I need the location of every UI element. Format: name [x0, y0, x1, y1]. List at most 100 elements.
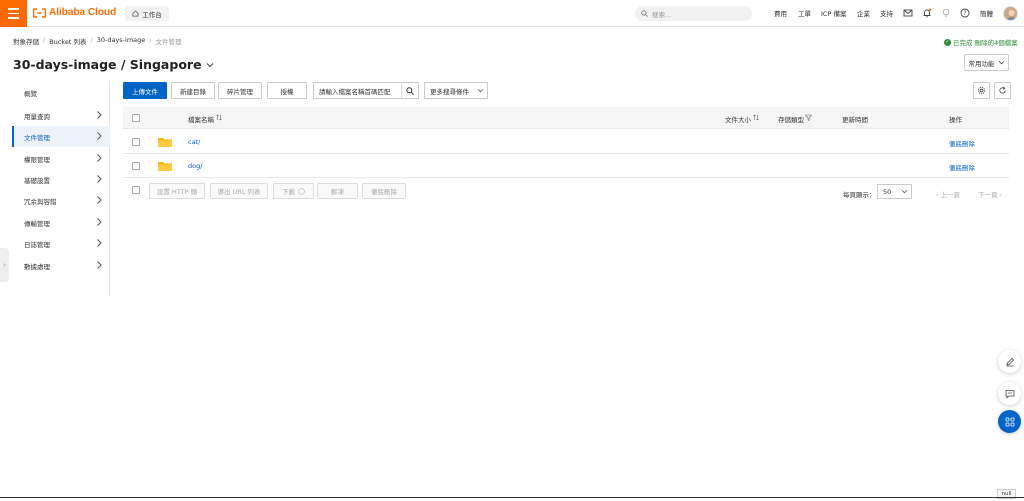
delete-permanently-button[interactable]: 徹底刪除: [362, 183, 406, 199]
prev-page-label: 上一頁: [940, 191, 961, 199]
mail-icon[interactable]: [903, 8, 913, 18]
column-header-size[interactable]: 文件大小: [725, 114, 751, 124]
authorize-button[interactable]: 授權: [267, 82, 307, 99]
bell-icon[interactable]: [922, 8, 932, 18]
breadcrumb-oss[interactable]: 對象存儲: [13, 36, 39, 46]
pencil-icon: [1005, 357, 1014, 366]
row-checkbox[interactable]: [132, 162, 140, 170]
help-icon[interactable]: ?: [960, 8, 970, 18]
sort-icon[interactable]: [753, 114, 759, 121]
gear-icon: [977, 86, 986, 95]
sidebar-item-redundancy[interactable]: 冗余與容錯: [12, 190, 110, 211]
sidebar-item-logs[interactable]: 日誌管理: [12, 233, 110, 254]
message-icon: [1005, 389, 1014, 399]
sidebar-item-label: 傳輸管理: [24, 219, 50, 228]
more-conditions-label: 更多搜尋條件: [430, 87, 469, 96]
sidebar-item-data-processing[interactable]: 數據處理: [12, 255, 110, 276]
restore-button[interactable]: 解凍: [317, 183, 358, 199]
grid-icon: [1005, 417, 1014, 426]
sidebar-item-label: 用量查詢: [24, 112, 50, 121]
table-row: cat/ 徹底刪除: [123, 130, 1009, 154]
sidebar-item-basic-settings[interactable]: 基礎設置: [12, 169, 110, 190]
breadcrumb-bucket[interactable]: 30-days-image: [97, 36, 146, 46]
sidebar-collapse-handle[interactable]: ›: [0, 248, 9, 282]
edit-float-button[interactable]: [998, 350, 1021, 373]
column-header-storage-type: 存儲類型: [778, 116, 804, 124]
breadcrumb-separator: /: [90, 36, 93, 44]
alibaba-cloud-logo[interactable]: Alibaba Cloud: [33, 7, 116, 18]
upload-file-button[interactable]: 上傳文件: [123, 82, 167, 99]
sidebar-item-permissions[interactable]: 權限管理: [12, 148, 110, 169]
sidebar-item-label: 數據處理: [24, 262, 50, 271]
lightbulb-icon[interactable]: [941, 8, 951, 18]
search-icon: [406, 86, 414, 95]
sidebar-item-usage[interactable]: 用量查詢: [12, 105, 110, 126]
task-status[interactable]: ✓ 已完成 刪除的4個檔案: [944, 37, 1018, 47]
next-page-button[interactable]: 下一頁 ›: [978, 189, 1002, 199]
filter-icon[interactable]: [805, 114, 812, 121]
per-page-value: 50: [883, 187, 892, 196]
apps-float-button[interactable]: [998, 410, 1021, 433]
common-functions-button[interactable]: 常用功能: [964, 54, 1009, 71]
chevron-right-icon: [97, 111, 102, 119]
chevron-down-icon: [901, 189, 908, 194]
check-circle-icon: ✓: [944, 38, 951, 46]
sort-icon[interactable]: [216, 114, 222, 121]
nav-icp[interactable]: ICP 備案: [821, 8, 846, 18]
chevron-right-icon: [97, 218, 102, 226]
column-header-name[interactable]: 檔案名稱: [188, 114, 214, 124]
workbench-button[interactable]: 工作台: [125, 6, 169, 21]
refresh-icon: [999, 86, 1006, 94]
select-all-checkbox[interactable]: [132, 114, 140, 122]
sidebar-item-files[interactable]: 文件管理: [12, 126, 110, 147]
delete-permanently-link[interactable]: 徹底刪除: [949, 162, 975, 172]
sidebar-item-label: 基礎設置: [24, 176, 50, 185]
nav-support[interactable]: 支持: [880, 8, 893, 18]
new-directory-button[interactable]: 新建目錄: [171, 82, 215, 99]
file-name-link[interactable]: cat/: [188, 138, 200, 146]
menu-icon[interactable]: [0, 0, 27, 27]
avatar[interactable]: [1003, 6, 1018, 21]
nav-enterprise[interactable]: 企業: [857, 8, 870, 18]
more-conditions-select[interactable]: 更多搜尋條件: [424, 82, 488, 99]
breadcrumb-separator: /: [43, 36, 46, 44]
chevron-right-icon: [97, 196, 102, 204]
feedback-float-button[interactable]: [998, 382, 1021, 405]
sidebar-item-overview[interactable]: 概覽: [12, 82, 110, 103]
per-page-select[interactable]: 50: [877, 184, 912, 199]
fragments-button[interactable]: 碎片管理: [218, 82, 262, 99]
prev-page-button[interactable]: ‹ 上一頁: [936, 189, 960, 199]
global-search-input[interactable]: 搜索...: [635, 6, 752, 21]
footer-select-all-checkbox[interactable]: [132, 186, 140, 194]
sidebar-item-transfer[interactable]: 傳輸管理: [12, 212, 110, 233]
file-name-link[interactable]: dog/: [188, 162, 202, 170]
chevron-right-icon: [97, 132, 102, 140]
nav-tickets[interactable]: 工單: [798, 8, 811, 18]
settings-button[interactable]: [973, 82, 990, 99]
folder-icon: [158, 138, 172, 147]
file-search-input[interactable]: 請輸入檔案名稱首碼匹配: [313, 82, 419, 99]
chevron-right-icon: [97, 239, 102, 247]
svg-text:?: ?: [963, 10, 966, 17]
download-button[interactable]: 下載: [273, 183, 314, 199]
chevron-right-icon: [97, 261, 102, 269]
chevron-down-icon[interactable]: [206, 62, 214, 68]
sidebar-item-label: 文件管理: [24, 133, 50, 142]
file-search-placeholder: 請輸入檔案名稱首碼匹配: [319, 87, 391, 96]
page-title: 30-days-image / Singapore: [13, 57, 214, 72]
sidebar-item-label: 概覽: [24, 89, 37, 98]
export-url-list-button[interactable]: 導出 URL 列表: [210, 183, 268, 199]
alibaba-logo-icon: [33, 7, 46, 18]
language-switch[interactable]: 簡體: [980, 8, 993, 18]
breadcrumb-bucket-list[interactable]: Bucket 列表: [49, 36, 86, 46]
nav-billing[interactable]: 費用: [774, 8, 787, 18]
search-button[interactable]: [401, 83, 418, 98]
row-checkbox[interactable]: [132, 138, 140, 146]
help-circle-icon: [298, 187, 305, 195]
refresh-button[interactable]: [994, 82, 1011, 99]
delete-permanently-link[interactable]: 徹底刪除: [949, 138, 975, 148]
column-header-actions: 操作: [949, 116, 962, 124]
set-http-header-button[interactable]: 設置 HTTP 頭: [149, 183, 205, 199]
sidebar-item-label: 日誌管理: [24, 240, 50, 249]
user-avatar-icon: [1006, 10, 1017, 20]
